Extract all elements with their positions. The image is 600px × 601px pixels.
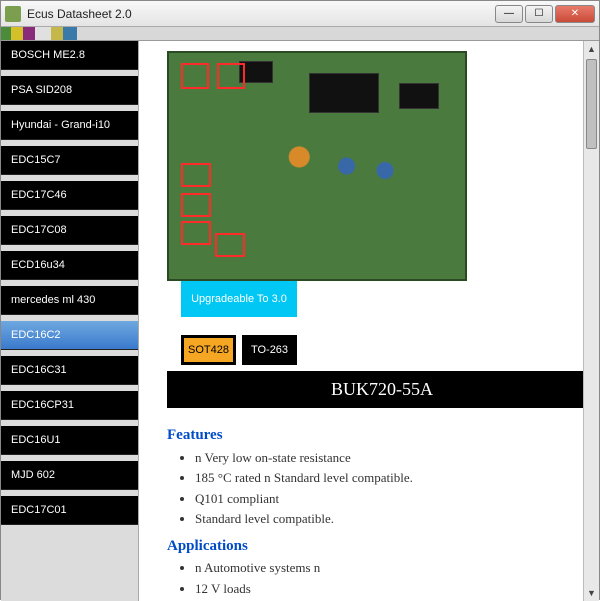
minimize-button[interactable]: —: [495, 5, 523, 23]
scroll-up-icon[interactable]: ▲: [584, 41, 599, 57]
sidebar-item-edc16c2[interactable]: EDC16C2: [1, 321, 138, 350]
sidebar-item-edc17c01[interactable]: EDC17C01: [1, 496, 138, 525]
part-number-title: BUK720-55A: [167, 371, 597, 408]
close-button[interactable]: ✕: [555, 5, 595, 23]
sidebar-item-psa-sid208[interactable]: PSA SID208: [1, 76, 138, 105]
vertical-scrollbar[interactable]: ▲ ▼: [583, 41, 599, 601]
features-heading: Features: [167, 424, 587, 447]
scroll-down-icon[interactable]: ▼: [584, 585, 599, 601]
feature-item: Standard level compatible.: [195, 509, 587, 529]
app-icon: [5, 6, 21, 22]
sidebar-item-edc16cp31[interactable]: EDC16CP31: [1, 391, 138, 420]
feature-item: 185 °C rated n Standard level compatible…: [195, 468, 587, 488]
feature-item: Q101 compliant: [195, 489, 587, 509]
package-button-sot428[interactable]: SOT428: [181, 335, 236, 365]
window-titlebar: Ecus Datasheet 2.0 — ☐ ✕: [1, 1, 599, 27]
sidebar-item-ecd16u34[interactable]: ECD16u34: [1, 251, 138, 280]
sidebar-item-hyundai-grand-i10[interactable]: Hyundai - Grand-i10: [1, 111, 138, 140]
scroll-thumb[interactable]: [586, 59, 597, 149]
main-content: Upgradeable To 3.0 SOT428 TO-263 BUK720-…: [139, 41, 599, 601]
sidebar-item-edc16u1[interactable]: EDC16U1: [1, 426, 138, 455]
maximize-button[interactable]: ☐: [525, 5, 553, 23]
sidebar-item-edc17c08[interactable]: EDC17C08: [1, 216, 138, 245]
sidebar-item-mjd-602[interactable]: MJD 602: [1, 461, 138, 490]
application-item: n Automotive systems n: [195, 558, 587, 578]
package-button-to263[interactable]: TO-263: [242, 335, 297, 365]
pcb-image: [167, 51, 467, 281]
sidebar-item-edc16c31[interactable]: EDC16C31: [1, 356, 138, 385]
window-title: Ecus Datasheet 2.0: [27, 7, 495, 21]
sidebar-item-edc17c46[interactable]: EDC17C46: [1, 181, 138, 210]
sidebar-item-bosch-me2-8[interactable]: BOSCH ME2.8: [1, 41, 138, 70]
applications-heading: Applications: [167, 535, 587, 558]
feature-item: n Very low on-state resistance: [195, 448, 587, 468]
ecu-list-sidebar: BOSCH ME2.8 PSA SID208 Hyundai - Grand-i10…: [1, 41, 139, 601]
toolbar-strip: [1, 27, 599, 41]
datasheet-body: Features n Very low on-state resistance1…: [167, 408, 587, 601]
upgrade-button[interactable]: Upgradeable To 3.0: [181, 281, 297, 317]
sidebar-item-mercedes-ml-430[interactable]: mercedes ml 430: [1, 286, 138, 315]
sidebar-item-edc15c7[interactable]: EDC15C7: [1, 146, 138, 175]
application-item: 12 V loads: [195, 579, 587, 599]
